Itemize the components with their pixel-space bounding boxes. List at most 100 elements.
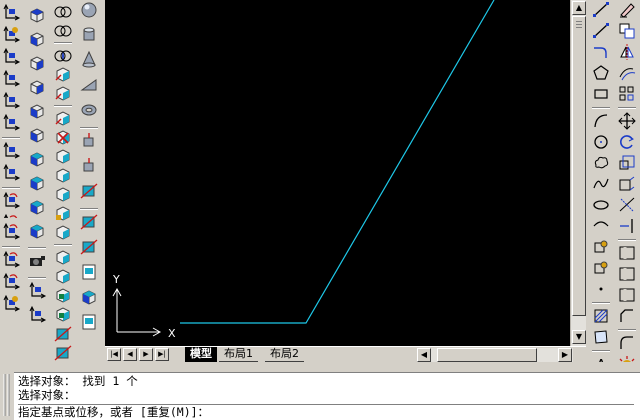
se-iso-button[interactable]: [27, 173, 47, 192]
fillet-button[interactable]: [617, 333, 637, 352]
extend-button[interactable]: [617, 216, 637, 235]
first-tab-button[interactable]: |◀: [107, 348, 121, 361]
interference-button[interactable]: [79, 237, 99, 256]
horizontal-scroll-thumb[interactable]: [437, 348, 537, 362]
selected-polyline[interactable]: [180, 0, 495, 324]
check-button[interactable]: [53, 305, 73, 324]
cylinder-button[interactable]: [79, 25, 99, 44]
ucs-apply-button[interactable]: [1, 294, 21, 313]
construction-line-button[interactable]: [591, 21, 611, 40]
rectangle-button[interactable]: [591, 84, 611, 103]
prev-tab-button[interactable]: ◀: [123, 348, 137, 361]
right-view-button[interactable]: [27, 77, 47, 96]
setup-profile-button[interactable]: [79, 312, 99, 331]
delete-face-button[interactable]: [53, 128, 73, 147]
ucs-face-button[interactable]: [1, 113, 21, 132]
ucs-named-button[interactable]: [1, 47, 21, 66]
revolve-button[interactable]: [79, 156, 99, 175]
sw-iso-button[interactable]: [27, 149, 47, 168]
subtract-button[interactable]: [53, 21, 73, 40]
insert-block-button[interactable]: [591, 237, 611, 256]
camera-button[interactable]: [27, 251, 47, 270]
setup-drawing-button[interactable]: [79, 262, 99, 281]
shell-button[interactable]: [53, 286, 73, 305]
wedge-button[interactable]: [79, 75, 99, 94]
circle-button[interactable]: [591, 132, 611, 151]
ucs-x-rotate-button[interactable]: [1, 222, 21, 241]
ucs-button[interactable]: [1, 3, 21, 22]
scroll-left-button[interactable]: ◀: [417, 348, 431, 362]
last-tab-button[interactable]: ▶|: [155, 348, 169, 361]
ucs-previous-button[interactable]: [1, 25, 21, 44]
scale-button[interactable]: [617, 153, 637, 172]
make-block-button[interactable]: [591, 258, 611, 277]
vertical-scrollbar[interactable]: ▲ ▼: [570, 0, 586, 346]
scroll-right-button[interactable]: ▶: [558, 348, 572, 362]
extrude-face-button[interactable]: [53, 65, 73, 84]
nw-iso-button[interactable]: [27, 221, 47, 240]
scroll-down-button[interactable]: ▼: [572, 330, 586, 344]
cone-button[interactable]: [79, 50, 99, 69]
move-button[interactable]: [617, 111, 637, 130]
back-view-button[interactable]: [27, 125, 47, 144]
hatch-button[interactable]: [591, 306, 611, 325]
command-window-grip[interactable]: [2, 372, 12, 418]
sphere-button[interactable]: [79, 0, 99, 19]
tab-layout2[interactable]: 布局2: [265, 347, 304, 362]
drawing-canvas[interactable]: Y X: [105, 0, 570, 346]
ucs-origin-button[interactable]: [1, 163, 21, 182]
front-view-button[interactable]: [27, 101, 47, 120]
rotate-button[interactable]: [617, 132, 637, 151]
vertical-scroll-thumb[interactable]: [572, 16, 586, 316]
move-face-button[interactable]: [53, 84, 73, 103]
ucs-z-rotate-button[interactable]: [1, 272, 21, 291]
command-prompt-line[interactable]: 指定基点或位移，或者 [重复(M)]：: [18, 404, 634, 419]
scroll-up-button[interactable]: ▲: [572, 1, 586, 15]
copy-face-button[interactable]: [53, 185, 73, 204]
ucs-world-button[interactable]: [1, 69, 21, 88]
mirror-button[interactable]: [617, 42, 637, 61]
ucs-display-button[interactable]: [27, 281, 47, 300]
ucs-view-button[interactable]: [1, 141, 21, 160]
offset-button[interactable]: [617, 63, 637, 82]
setup-view-button[interactable]: [79, 287, 99, 306]
slice-button[interactable]: [53, 324, 73, 343]
revision-cloud-button[interactable]: [591, 153, 611, 172]
spline-button[interactable]: [591, 174, 611, 193]
polyline-button[interactable]: [591, 42, 611, 61]
ucs-zaxis-button[interactable]: [1, 191, 21, 210]
ucs-y-rotate-button[interactable]: [1, 250, 21, 269]
horizontal-scrollbar[interactable]: ◀ ▶: [417, 348, 573, 362]
offset-face-button[interactable]: [53, 109, 73, 128]
trim-button[interactable]: [617, 195, 637, 214]
section-solid-button[interactable]: [79, 212, 99, 231]
imprint-button[interactable]: [53, 223, 73, 242]
ellipse-button[interactable]: [591, 195, 611, 214]
command-window[interactable]: 选择对象： 找到 1 个 选择对象： 指定基点或位移，或者 [重复(M)]：: [14, 372, 640, 420]
left-view-button[interactable]: [27, 53, 47, 72]
extrude-button[interactable]: [79, 131, 99, 150]
stretch-button[interactable]: [617, 174, 637, 193]
torus-button[interactable]: [79, 100, 99, 119]
ucs-move-button[interactable]: [27, 305, 47, 324]
break-at-point-button[interactable]: [617, 243, 637, 262]
next-tab-button[interactable]: ▶: [139, 348, 153, 361]
taper-face-button[interactable]: [53, 166, 73, 185]
array-button[interactable]: [617, 84, 637, 103]
slice-solid-button[interactable]: [79, 181, 99, 200]
rotate-face-button[interactable]: [53, 147, 73, 166]
point-button[interactable]: [591, 279, 611, 298]
union-button[interactable]: [53, 2, 73, 21]
chamfer-button[interactable]: [617, 306, 637, 325]
erase-button[interactable]: [617, 0, 637, 19]
copy-button[interactable]: [617, 21, 637, 40]
ne-iso-button[interactable]: [27, 197, 47, 216]
tab-model[interactable]: 模型: [185, 347, 217, 362]
region-button[interactable]: [591, 327, 611, 346]
clean-button[interactable]: [53, 248, 73, 267]
top-view-button[interactable]: [27, 5, 47, 24]
separate-button[interactable]: [53, 267, 73, 286]
bottom-view-button[interactable]: [27, 29, 47, 48]
section-button[interactable]: [53, 343, 73, 362]
break-button[interactable]: [617, 264, 637, 283]
